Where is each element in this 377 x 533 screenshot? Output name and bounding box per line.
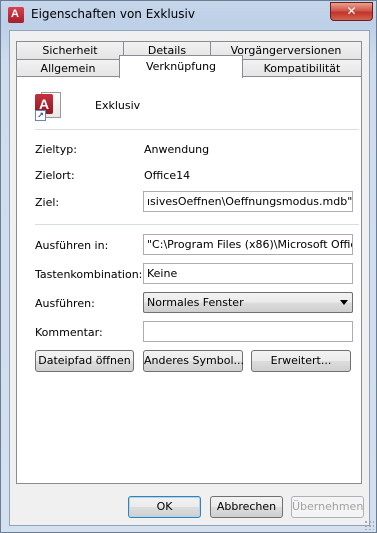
tab-verknuepfung[interactable]: Verknüpfung xyxy=(119,55,243,78)
target-type-value: Anwendung xyxy=(144,143,210,156)
hotkey-input[interactable]: Keine xyxy=(143,263,353,284)
tab-sicherheit[interactable]: Sicherheit xyxy=(16,41,124,60)
target-type-label: Zieltyp: xyxy=(35,143,77,156)
separator xyxy=(35,224,359,225)
resize-grip-icon[interactable] xyxy=(364,520,374,530)
advanced-button[interactable]: Erweitert... xyxy=(251,350,351,372)
shortcut-name: Exklusiv xyxy=(95,99,141,112)
access-app-icon: A xyxy=(8,7,24,23)
target-location-label: Zielort: xyxy=(35,169,75,182)
run-select-value: Normales Fenster xyxy=(147,296,244,309)
close-icon: ✕ xyxy=(346,4,357,18)
ok-button[interactable]: OK xyxy=(128,496,201,518)
run-select[interactable]: Normales Fenster xyxy=(143,292,353,313)
comment-label: Kommentar: xyxy=(35,326,103,339)
open-file-location-button[interactable]: Dateipfad öffnen xyxy=(35,350,134,372)
target-location-value: Office14 xyxy=(144,169,191,182)
apply-button[interactable]: Übernehmen xyxy=(291,496,364,518)
start-in-label: Ausführen in: xyxy=(35,239,109,252)
close-button[interactable]: ✕ xyxy=(330,2,373,21)
dialog-client-area: Sicherheit Details Vorgängerversionen Al… xyxy=(9,30,370,526)
comment-input[interactable] xyxy=(143,321,353,342)
start-in-input[interactable]: "C:\Program Files (x86)\Microsoft Office… xyxy=(143,234,353,255)
target-label: Ziel: xyxy=(35,196,60,209)
target-input[interactable]: ısivesOeffnen\Oeffnungsmodus.mdb" /excl xyxy=(143,191,353,212)
title-bar[interactable]: A Eigenschaften von Exklusiv ✕ xyxy=(1,1,376,29)
hotkey-label: Tastenkombination: xyxy=(35,268,143,281)
run-label: Ausführen: xyxy=(35,297,95,310)
access-shortcut-icon: A ↗ xyxy=(35,90,61,121)
change-icon-button[interactable]: Anderes Symbol... xyxy=(143,350,244,372)
cancel-button[interactable]: Abbrechen xyxy=(210,496,283,518)
separator xyxy=(35,129,359,130)
chevron-down-icon xyxy=(340,300,348,305)
shortcut-tab-panel: A ↗ Exklusiv Zieltyp: Anwendung Zielort:… xyxy=(16,76,362,484)
window-title: Eigenschaften von Exklusiv xyxy=(31,7,195,21)
properties-window: A Eigenschaften von Exklusiv ✕ Sicherhei… xyxy=(0,0,377,533)
